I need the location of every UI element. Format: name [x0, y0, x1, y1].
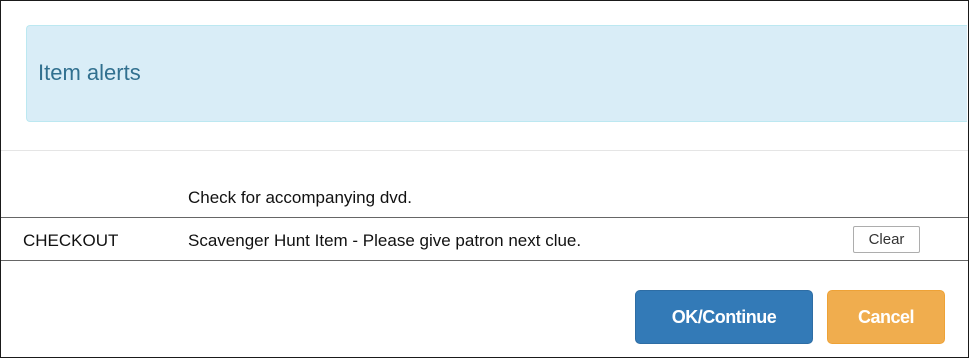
alert-message: Scavenger Hunt Item - Please give patron… — [188, 231, 582, 250]
alert-row: Check for accompanying dvd. — [1, 173, 968, 211]
dialog-title: Item alerts — [38, 60, 141, 85]
item-alerts-dialog: Item alerts Check for accompanying dvd. … — [0, 0, 969, 358]
alert-row: CHECKOUT Scavenger Hunt Item - Please gi… — [1, 217, 968, 261]
clear-alert-button[interactable]: Clear — [853, 226, 920, 253]
alert-type: CHECKOUT — [23, 231, 119, 250]
dialog-header: Item alerts — [26, 25, 967, 122]
ok-continue-button[interactable]: OK/Continue — [635, 290, 813, 344]
cancel-button[interactable]: Cancel — [827, 290, 945, 344]
header-divider — [1, 150, 968, 151]
alert-message: Check for accompanying dvd. — [188, 188, 412, 207]
